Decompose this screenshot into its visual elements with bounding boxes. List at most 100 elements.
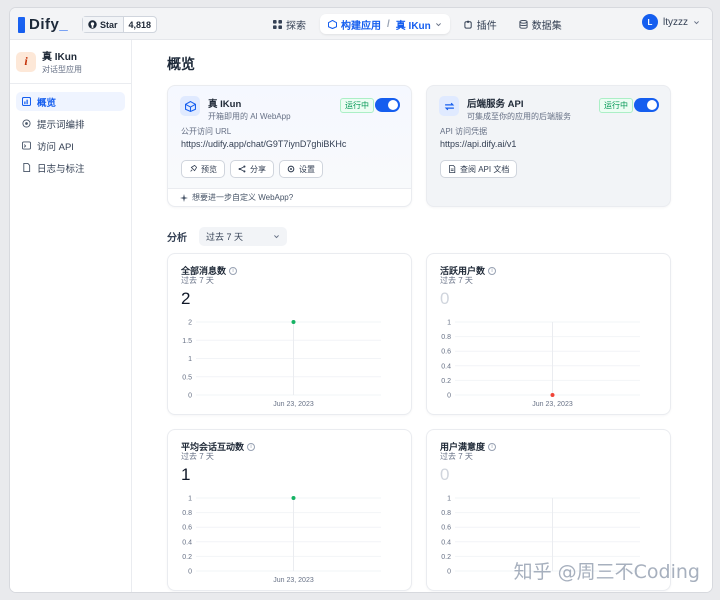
app-header: i 真 IKun 对话型应用 [10, 40, 131, 84]
settings-button[interactable]: 设置 [279, 160, 323, 178]
nav-plugins[interactable]: 插件 [456, 14, 505, 34]
nav-explore[interactable]: 探索 [265, 14, 314, 34]
overview-icon [22, 97, 31, 106]
y-tick-label: 1 [447, 320, 451, 327]
nav-datasets[interactable]: 数据集 [511, 14, 570, 34]
sidebar-item-label: 日志与标注 [37, 163, 85, 175]
period-select[interactable]: 过去 7 天 [199, 227, 287, 246]
y-tick-label: 0.6 [182, 525, 192, 532]
stat-card-messages: 全部消息数 i 过去 7 天 2 0 0.5 1 1.5 2 Jun 23, 2023 [167, 253, 412, 415]
nav-build-app[interactable]: 构建应用 / 真 IKun [320, 14, 450, 34]
x-tick-label: Jun 23, 2023 [532, 401, 573, 408]
api-url-label: API 访问凭据 [440, 127, 488, 136]
chart-avg-interactions: 0 0.2 0.4 0.6 0.8 1 Jun 23, 2023 [182, 496, 381, 584]
file-icon [23, 163, 31, 172]
gear-icon [287, 165, 295, 173]
api-toggle[interactable] [634, 98, 659, 112]
github-star-label: Star [100, 19, 118, 30]
y-tick-label: 0.2 [441, 554, 451, 561]
period-select-value: 过去 7 天 [206, 232, 244, 242]
stat-value: 0 [440, 289, 450, 308]
chevron-down-icon[interactable] [435, 21, 442, 28]
chevron-down-icon [274, 235, 279, 239]
y-tick-label: 0.8 [441, 334, 451, 341]
stat-card-avg-interactions: 平均会话互动数 i 过去 7 天 1 0 0.2 0.4 0.6 0.8 1 Jun 23, … [167, 429, 412, 591]
target-icon [22, 119, 31, 128]
nav-explore-label: 探索 [286, 20, 306, 32]
webapp-card: 真 IKun 开箱即用的 AI WebApp 运行中 公开访问 URL http… [167, 85, 412, 207]
info-icon[interactable]: i [488, 266, 497, 275]
sidebar-item-prompt[interactable]: 提示词编排 [16, 114, 125, 133]
sidebar-item-logs[interactable]: 日志与标注 [16, 158, 125, 177]
nav-plugins-label: 插件 [476, 20, 497, 32]
nav-build-label: 构建应用 [341, 20, 381, 32]
api-url[interactable]: https://api.dify.ai/v1 [440, 139, 516, 149]
nav-current-app-label[interactable]: 真 IKun [396, 17, 431, 32]
api-title: 后端服务 API [467, 99, 524, 110]
app-window: Dify_ Star 4,818 探索 构建应用 / 真 IKun 插件 数据集… [10, 8, 712, 592]
webapp-toggle[interactable] [375, 98, 400, 112]
status-badge: 运行中 [340, 98, 374, 113]
app-type: 对话型应用 [42, 65, 82, 74]
customize-webapp-link[interactable]: 想要进一步自定义 WebApp? [168, 188, 411, 206]
stat-range: 过去 7 天 [181, 452, 214, 461]
database-icon [519, 19, 528, 29]
x-tick-label: Jun 23, 2023 [273, 577, 314, 584]
stat-value: 0 [440, 465, 450, 484]
y-tick-label: 0.6 [441, 525, 451, 532]
webapp-title: 真 IKun [208, 99, 242, 110]
x-tick-label: Jun 23, 2023 [273, 401, 314, 408]
y-tick-label: 1 [188, 356, 192, 363]
api-docs-label: 查阅 API 文档 [460, 164, 510, 174]
chart-messages: 0 0.5 1 1.5 2 Jun 23, 2023 [182, 320, 381, 408]
public-url[interactable]: https://udify.app/chat/G9T7iynD7ghiBKHc [181, 139, 346, 149]
y-tick-label: 0.4 [441, 363, 451, 370]
status-badge: 运行中 [599, 98, 633, 113]
y-tick-label: 1 [447, 496, 451, 503]
rocket-icon [190, 165, 197, 172]
github-star-button[interactable]: Star 4,818 [82, 16, 158, 33]
y-tick-label: 0 [447, 393, 451, 400]
github-icon [88, 20, 97, 29]
stat-card-active-users: 活跃用户数 i 过去 7 天 0 0 0.2 0.4 0.6 0.8 1 Jun 23, 20… [426, 253, 671, 415]
user-name: ltyzzz [663, 16, 688, 28]
y-tick-label: 0 [447, 569, 451, 576]
data-point [291, 320, 296, 324]
y-tick-label: 0.2 [441, 378, 451, 385]
info-icon[interactable]: i [488, 442, 497, 451]
webapp-cube-icon [180, 96, 200, 116]
preview-button[interactable]: 预览 [181, 160, 225, 178]
main-content: 概览 真 IKun 开箱即用的 AI WebApp 运行中 公开访问 URL h… [132, 40, 712, 592]
y-tick-label: 0.4 [441, 539, 451, 546]
api-subtitle: 可集成至你的应用的后端服务 [467, 112, 571, 121]
sidebar-item-overview[interactable]: 概览 [16, 92, 125, 111]
y-tick-label: 0 [188, 393, 192, 400]
logo-mark-icon [18, 16, 25, 33]
y-tick-label: 1.5 [182, 338, 192, 345]
puzzle-icon [464, 20, 472, 29]
sidebar-item-api[interactable]: 访问 API [16, 136, 125, 155]
info-icon[interactable]: i [229, 266, 238, 275]
dify-logo[interactable]: Dify_ [18, 16, 68, 33]
y-tick-label: 0.8 [182, 510, 192, 517]
top-header: Dify_ Star 4,818 探索 构建应用 / 真 IKun 插件 数据集… [10, 8, 712, 40]
chevron-down-icon [694, 20, 699, 24]
share-label: 分享 [250, 164, 266, 174]
app-name: 真 IKun [42, 52, 77, 63]
user-menu[interactable]: L ltyzzz [642, 14, 700, 30]
preview-label: 预览 [201, 164, 217, 174]
sidebar-item-label: 概览 [37, 97, 57, 109]
chart-active-users: 0 0.2 0.4 0.6 0.8 1 Jun 23, 2023 [441, 320, 640, 408]
sidebar-item-label: 访问 API [37, 141, 74, 153]
y-tick-label: 0.4 [182, 539, 192, 546]
analysis-bar: 分析 过去 7 天 [167, 227, 287, 246]
stat-range: 过去 7 天 [440, 452, 473, 461]
info-icon[interactable]: i [247, 442, 256, 451]
share-button[interactable]: 分享 [230, 160, 274, 178]
doc-icon [449, 165, 456, 173]
stat-range: 过去 7 天 [181, 276, 214, 285]
api-docs-button[interactable]: 查阅 API 文档 [440, 160, 518, 178]
sidebar-item-label: 提示词编排 [37, 119, 85, 131]
y-tick-label: 0.8 [441, 510, 451, 517]
app-avatar-icon: i [16, 51, 36, 72]
